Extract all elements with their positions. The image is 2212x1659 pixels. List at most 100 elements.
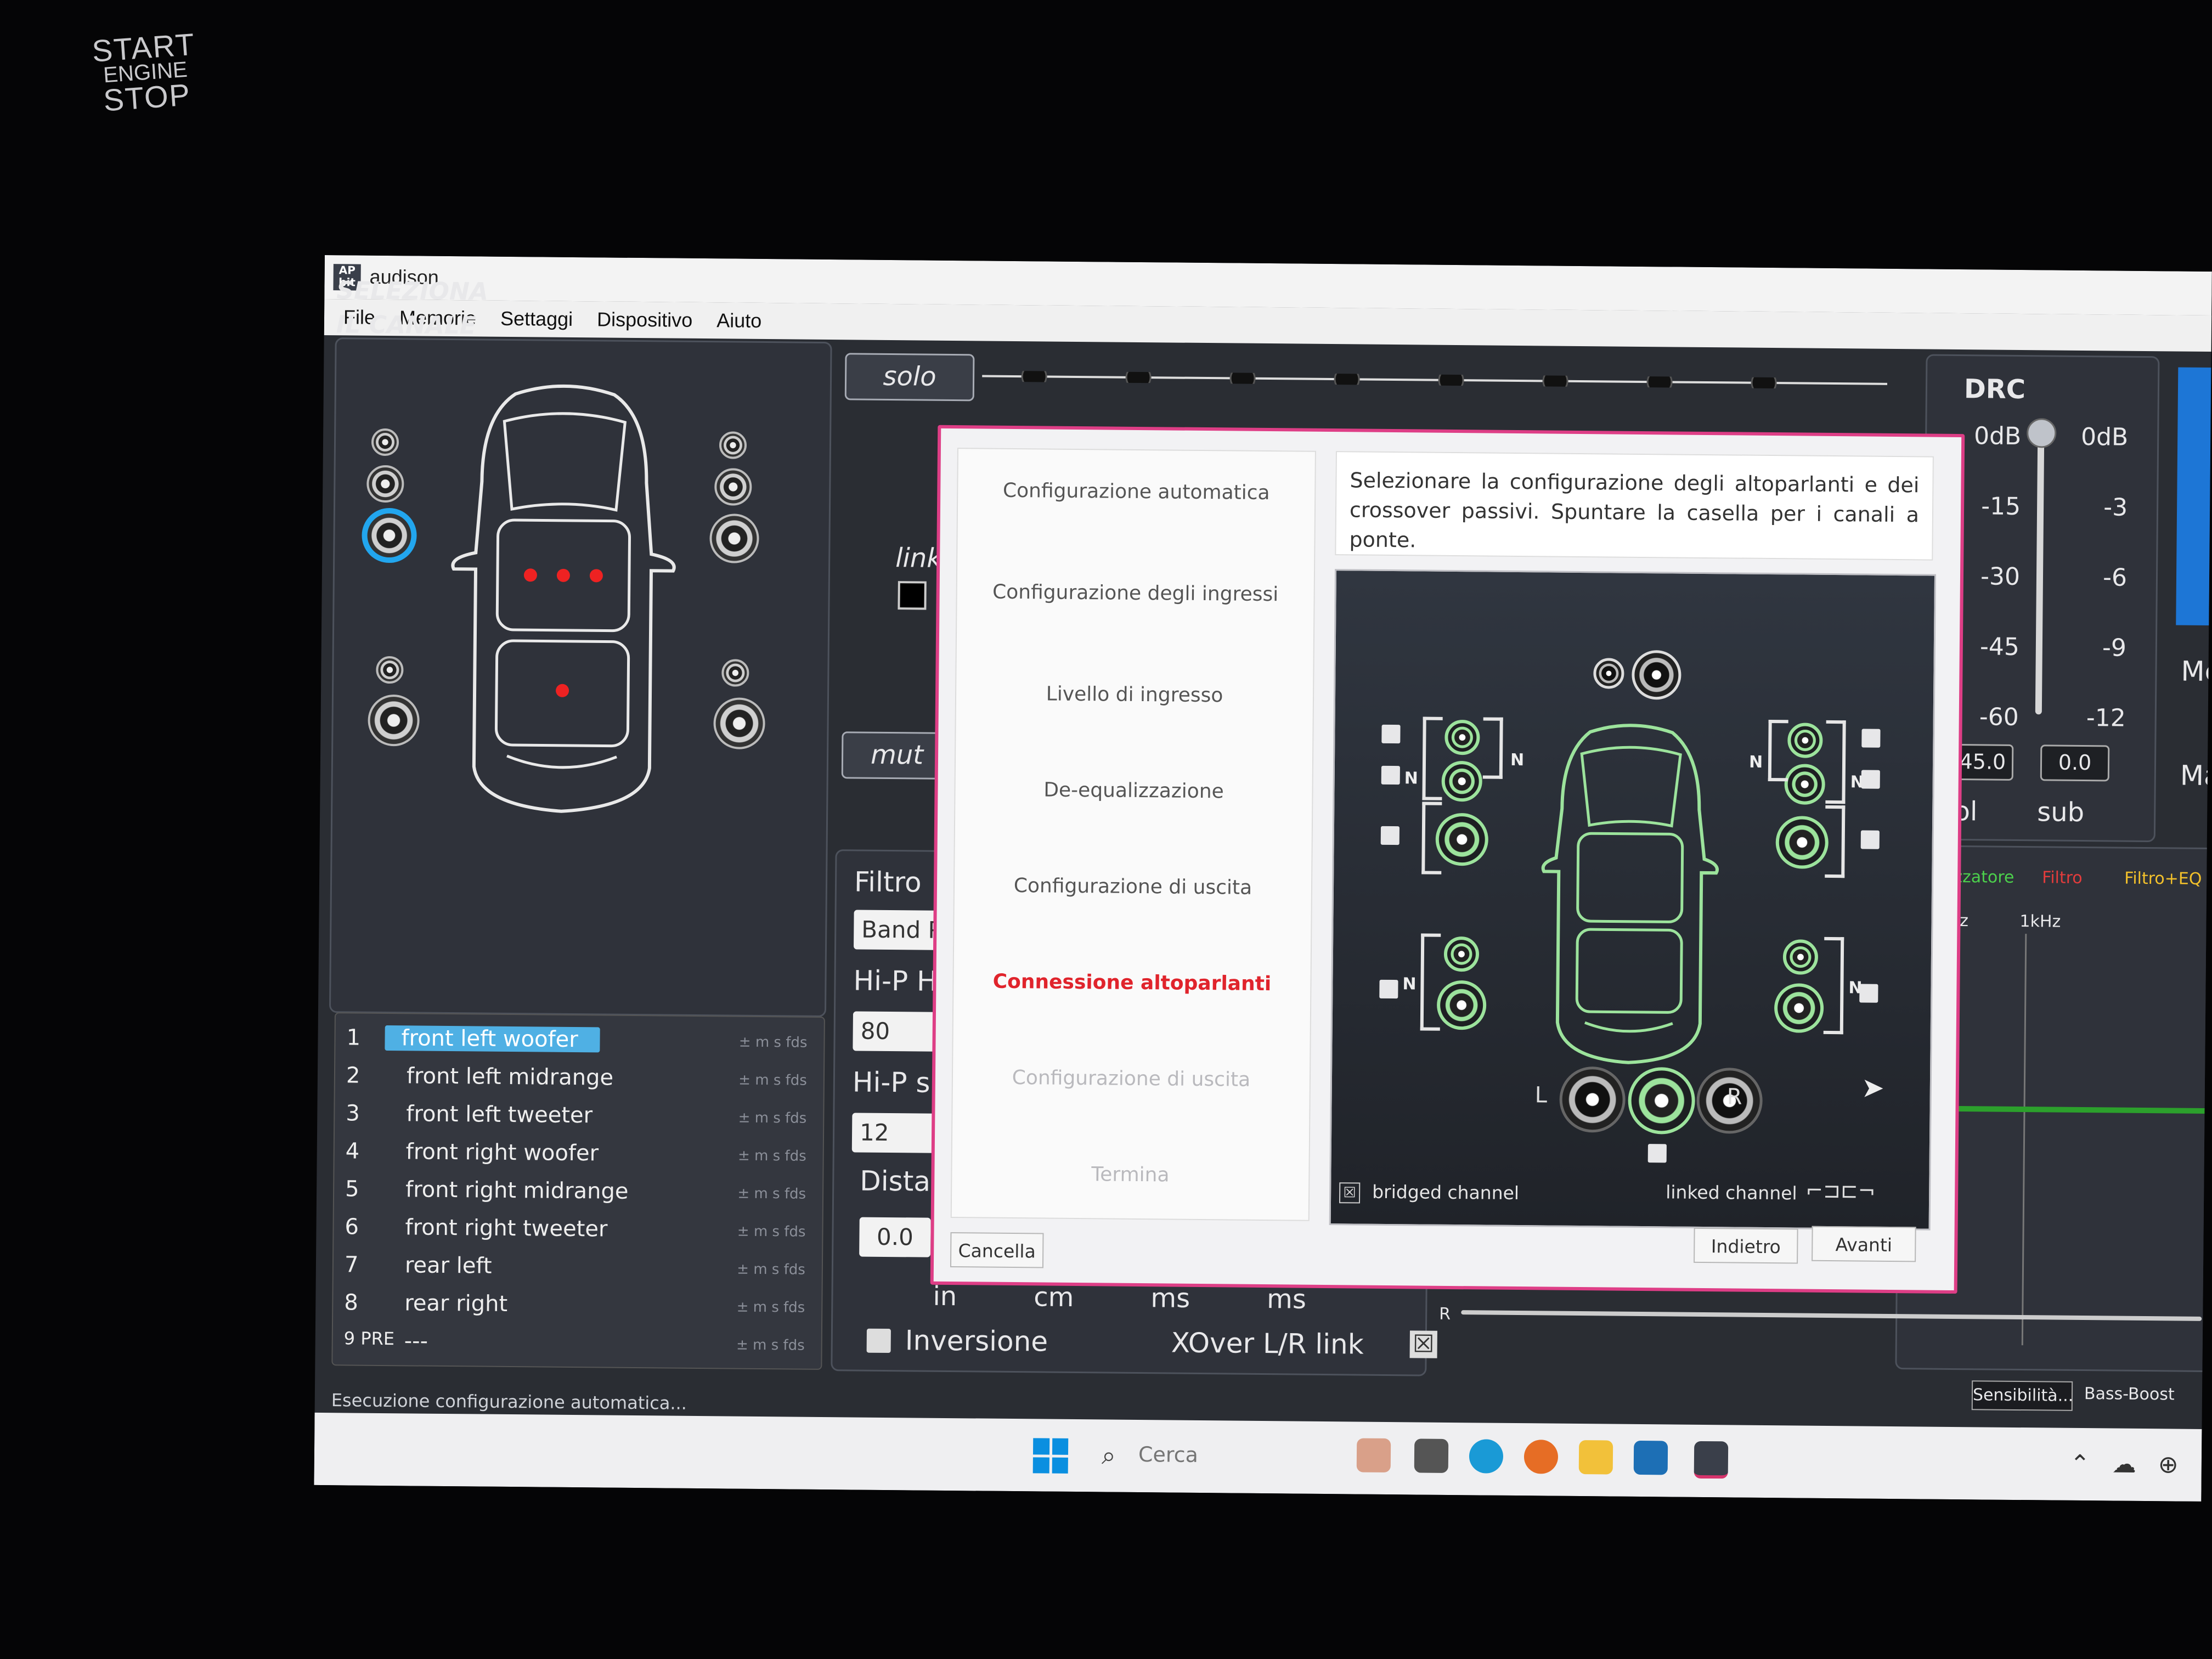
search-icon[interactable]: ⌕ [1102, 1440, 1116, 1471]
channel-row[interactable]: 7 rear left ± m s fds [339, 1248, 811, 1286]
link-label: link [895, 543, 943, 574]
speaker-front-left-woofer[interactable] [362, 507, 417, 563]
tab-filtro[interactable]: Filtro [2042, 868, 2083, 888]
bridge-checkbox-fr-2[interactable] [1861, 770, 1880, 789]
center-tweeter-speaker[interactable] [1593, 658, 1624, 689]
channel-options[interactable]: ± m s fds [736, 1337, 805, 1354]
channel-options[interactable]: ± m s fds [737, 1299, 805, 1316]
rear-left-speaker[interactable] [1436, 980, 1487, 1030]
bridge-checkbox-fr-3[interactable] [1860, 830, 1880, 849]
channel-number: 4 [345, 1138, 360, 1164]
bass-boost-label[interactable]: Bass-Boost [2084, 1384, 2175, 1404]
bridge-checkbox-fl-2[interactable] [1381, 765, 1400, 785]
bridge-checkbox-fl-1[interactable] [1381, 724, 1401, 744]
inversione-checkbox[interactable] [866, 1328, 891, 1353]
channel-name: rear left [404, 1252, 492, 1279]
front-left-midrange-speaker[interactable] [1441, 760, 1483, 802]
speaker-rear-right-tweeter[interactable] [721, 659, 749, 687]
solo-button[interactable]: solo [844, 353, 975, 402]
rear-left-tweeter-speaker[interactable] [1443, 936, 1480, 972]
side-label-ma[interactable]: Ma [2180, 760, 2212, 792]
sub-value[interactable]: 0.0 [2040, 744, 2110, 782]
channel-row[interactable]: 4 front right woofer ± m s fds [340, 1134, 812, 1172]
speaker-front-right-midrange[interactable] [714, 468, 752, 506]
rear-right-speaker[interactable] [1774, 983, 1824, 1033]
distance-input[interactable]: 0.0 [859, 1217, 931, 1257]
channel-options[interactable]: ± m s fds [737, 1186, 806, 1203]
bridge-checkbox-rl[interactable] [1379, 979, 1398, 999]
firefox-icon[interactable] [1523, 1440, 1559, 1474]
speaker-front-right-tweeter[interactable] [719, 431, 747, 459]
bridge-checkbox-fl-3[interactable] [1380, 826, 1400, 845]
unit-cm[interactable]: cm [1034, 1282, 1074, 1313]
speaker-front-left-midrange[interactable] [366, 465, 404, 503]
channel-row[interactable]: 6 front right tweeter ± m s fds [339, 1210, 811, 1248]
front-left-tweeter-speaker[interactable] [1444, 719, 1480, 755]
audison-taskbar-icon[interactable] [1694, 1441, 1729, 1479]
channel-options[interactable]: ± m s fds [737, 1261, 805, 1278]
channel-options[interactable]: ± m s fds [738, 1110, 807, 1127]
side-label-me[interactable]: Me [2181, 656, 2212, 688]
channel-row[interactable]: 2 front left midrange ± m s fds [341, 1058, 813, 1097]
sub-slider-handle[interactable] [2027, 418, 2057, 448]
balance-r-label: R [1439, 1304, 1451, 1324]
speaker-front-left-tweeter[interactable] [371, 428, 399, 456]
menu-settaggi[interactable]: Settaggi [500, 307, 573, 331]
front-right-woofer-speaker[interactable] [1775, 816, 1829, 869]
channel-options[interactable]: ± m s fds [739, 1034, 808, 1051]
menu-aiuto[interactable]: Aiuto [716, 309, 761, 332]
speaker-rear-right[interactable] [713, 697, 765, 750]
bridge-checkbox-fr-1[interactable] [1861, 729, 1881, 748]
channel-options[interactable]: ± m s fds [738, 1148, 806, 1165]
front-right-midrange-speaker[interactable] [1784, 764, 1826, 805]
edge-icon[interactable] [1469, 1439, 1504, 1474]
channel-options[interactable]: ± m s fds [738, 1072, 807, 1089]
windows-start-icon[interactable] [1032, 1438, 1069, 1474]
next-button[interactable]: Avanti [1812, 1226, 1916, 1262]
bridge-checkbox-rr[interactable] [1859, 984, 1878, 1003]
channel-number: 6 [345, 1214, 359, 1240]
unit-in[interactable]: in [933, 1281, 957, 1312]
channel-row[interactable]: 5 front right midrange ± m s fds [340, 1172, 812, 1210]
subwoofer-center-speaker[interactable] [1628, 1066, 1696, 1135]
unit-ms-2[interactable]: ms [1267, 1284, 1306, 1315]
file-explorer-icon[interactable] [1578, 1440, 1613, 1475]
bridge-mark-fl: N [1404, 769, 1419, 788]
step-termina: Termina [1091, 1163, 1170, 1187]
bridge-checkbox-sub[interactable] [1647, 1144, 1667, 1163]
task-view-icon[interactable] [1414, 1438, 1449, 1473]
speaker-rear-left-tweeter[interactable] [376, 656, 404, 684]
bridged-channel-legend-icon: ☒ [1339, 1182, 1361, 1204]
chevron-up-icon[interactable]: ⌃ [2070, 1450, 2112, 1479]
channel-number: 2 [346, 1063, 360, 1088]
tab-filtro-eq[interactable]: Filtro+EQ [2124, 869, 2202, 889]
xover-link-checkbox[interactable]: ☒ [1409, 1330, 1437, 1358]
speaker-wizard-dialog: Configurazione automatica Configurazione… [930, 425, 1965, 1294]
cloud-icon[interactable]: ☁ [2112, 1451, 2158, 1479]
link-checkbox[interactable] [898, 581, 927, 610]
sensibilita-button[interactable]: Sensibilità... [1971, 1380, 2073, 1411]
rear-right-tweeter-speaker[interactable] [1782, 939, 1819, 975]
copilot-icon[interactable] [1356, 1438, 1391, 1473]
subwoofer-left-speaker[interactable] [1559, 1066, 1626, 1133]
taskbar-search-input[interactable] [1137, 1437, 1277, 1473]
unit-ms-1[interactable]: ms [1150, 1283, 1190, 1314]
channel-options[interactable]: ± m s fds [737, 1223, 806, 1240]
store-icon[interactable] [1633, 1440, 1668, 1475]
speaker-rear-left[interactable] [368, 694, 420, 747]
cancel-button[interactable]: Cancella [950, 1232, 1044, 1268]
channel-row[interactable]: 9 PRE --- ± m s fds [338, 1323, 810, 1362]
channel-select-title-line2: IL CANALE [336, 311, 477, 340]
front-right-tweeter-speaker[interactable] [1787, 723, 1823, 758]
center-midrange-speaker[interactable] [1632, 650, 1681, 700]
sub-scale-1: -3 [2103, 493, 2128, 522]
channel-select-title: SELEZIONA IL CANALE [336, 274, 488, 343]
channel-row[interactable]: 3 front left tweeter ± m s fds [340, 1096, 812, 1135]
channel-row[interactable]: 8 rear right ± m s fds [338, 1285, 811, 1324]
channel-row[interactable]: 1 front left woofer ± m s fds [341, 1020, 813, 1059]
front-left-woofer-speaker[interactable] [1435, 812, 1489, 866]
back-button[interactable]: Indietro [1694, 1227, 1798, 1264]
speaker-front-right-woofer[interactable] [709, 514, 759, 563]
globe-icon[interactable]: ⊕ [2158, 1451, 2200, 1479]
menu-dispositivo[interactable]: Dispositivo [597, 308, 692, 332]
